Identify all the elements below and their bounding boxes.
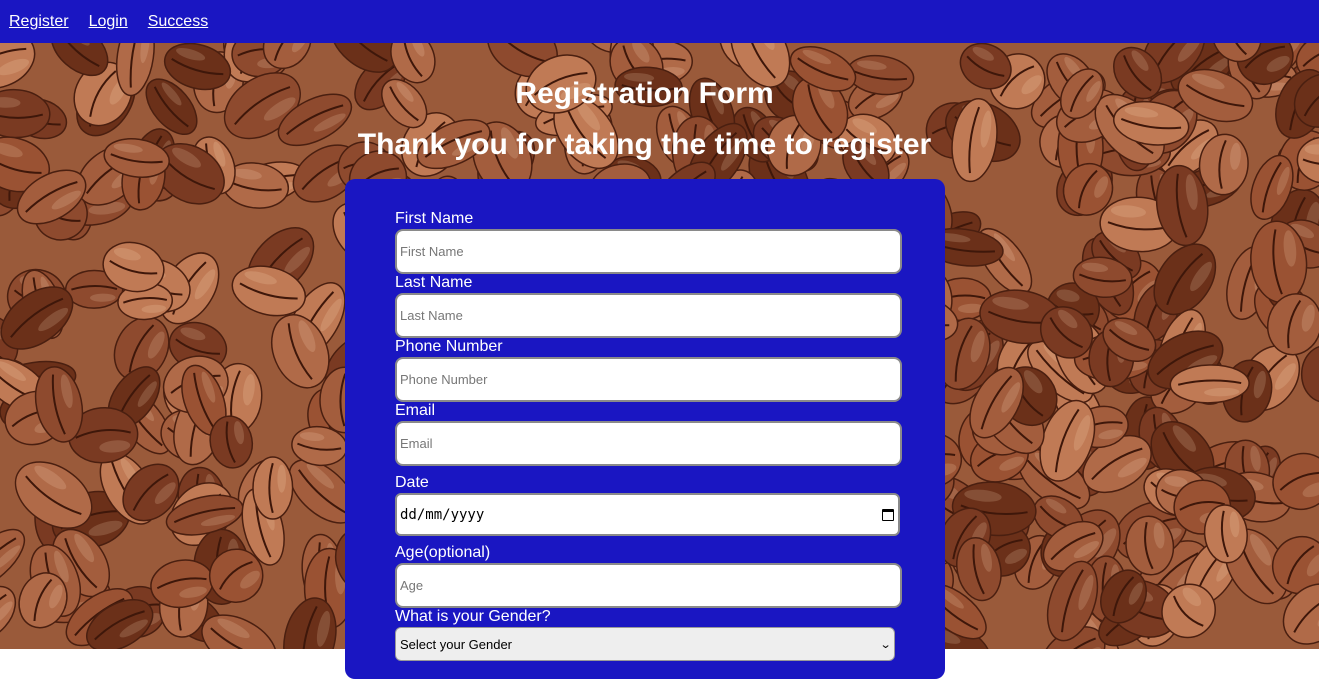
gender-select-value: Select your Gender [400, 636, 513, 652]
top-navbar: Register Login Success [0, 0, 1319, 43]
nav-link-success[interactable]: Success [148, 13, 208, 31]
date-input[interactable]: dd/mm/yyyy [395, 493, 900, 536]
page-subtitle: Thank you for taking the time to registe… [357, 128, 932, 161]
date-label: Date [395, 474, 429, 491]
email-input[interactable] [395, 421, 902, 466]
age-label: Age(optional) [395, 544, 491, 561]
gender-label: What is your Gender? [395, 608, 551, 625]
date-input-value: dd/mm/yyyy [400, 506, 485, 523]
age-input[interactable] [395, 563, 902, 608]
calendar-icon[interactable] [882, 508, 894, 521]
nav-link-login[interactable]: Login [89, 13, 128, 31]
last-name-input[interactable] [395, 293, 902, 338]
phone-number-label: Phone Number [395, 338, 503, 355]
registration-form-card: First Name Last Name Phone Number Email … [345, 179, 945, 679]
last-name-label: Last Name [395, 274, 473, 291]
phone-number-input[interactable] [395, 357, 902, 402]
gender-select[interactable]: Select your Gender ⌄ [395, 627, 895, 661]
email-label: Email [395, 402, 436, 419]
first-name-input[interactable] [395, 229, 902, 274]
first-name-label: First Name [395, 210, 474, 227]
nav-link-register[interactable]: Register [9, 13, 69, 31]
page-title: Registration Form [515, 77, 774, 110]
